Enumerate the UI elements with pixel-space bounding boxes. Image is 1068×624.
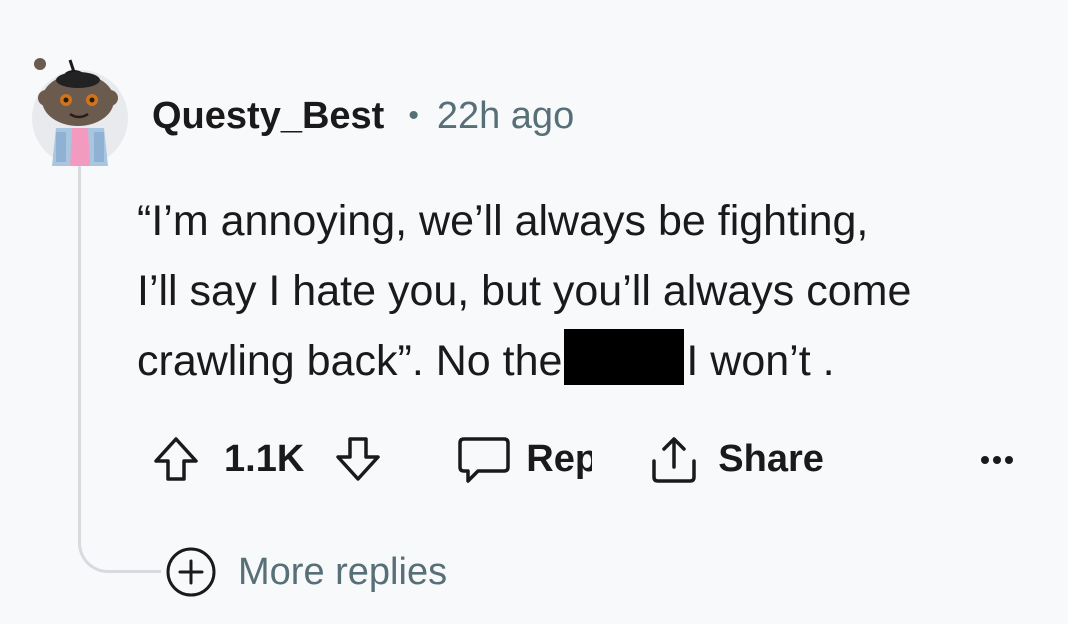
- speech-bubble-icon: [456, 433, 512, 485]
- separator-dot: •: [408, 99, 419, 132]
- upvote-arrow-icon: [150, 433, 202, 485]
- downvote-button[interactable]: [332, 433, 384, 485]
- comment-action-bar: 1.1K Rep Share: [150, 428, 824, 490]
- more-options-button[interactable]: [972, 440, 1022, 480]
- more-replies-label: More replies: [238, 550, 448, 593]
- comment-body: “I’m annoying, we’ll always be fighting,…: [137, 186, 1057, 396]
- username[interactable]: Questy_Best: [152, 95, 384, 138]
- share-label: Share: [718, 437, 824, 480]
- comment-line: “I’m annoying, we’ll always be fighting,: [137, 197, 869, 245]
- upvote-button[interactable]: [150, 433, 202, 485]
- comment-header: Questy_Best • 22h ago: [152, 94, 574, 138]
- comment-text-segment: I won’t .: [686, 337, 835, 385]
- reply-button[interactable]: Rep: [456, 433, 592, 485]
- more-replies-button[interactable]: More replies: [164, 544, 447, 600]
- comment-line: I’ll say I hate you, but you’ll always c…: [137, 267, 912, 315]
- ellipsis-icon: [981, 456, 1013, 464]
- comment-card: Questy_Best • 22h ago “I’m annoying, we’…: [0, 0, 1068, 624]
- timestamp[interactable]: 22h ago: [437, 95, 574, 138]
- share-upload-icon: [648, 433, 700, 485]
- thread-connector: [78, 500, 161, 573]
- reply-label: Rep: [526, 437, 593, 480]
- downvote-arrow-icon: [332, 433, 384, 485]
- vote-count: 1.1K: [224, 437, 305, 480]
- comment-text-segment: crawling back”. No the: [137, 337, 563, 385]
- comment-line: crawling back”. No the I won’t .: [137, 326, 1057, 396]
- thread-line[interactable]: [78, 166, 81, 546]
- avatar[interactable]: [26, 58, 134, 166]
- snoo-avatar-icon: [32, 58, 128, 166]
- plus-circle-icon: [164, 545, 218, 599]
- share-button[interactable]: Share: [648, 433, 824, 485]
- redaction-block: [564, 329, 685, 385]
